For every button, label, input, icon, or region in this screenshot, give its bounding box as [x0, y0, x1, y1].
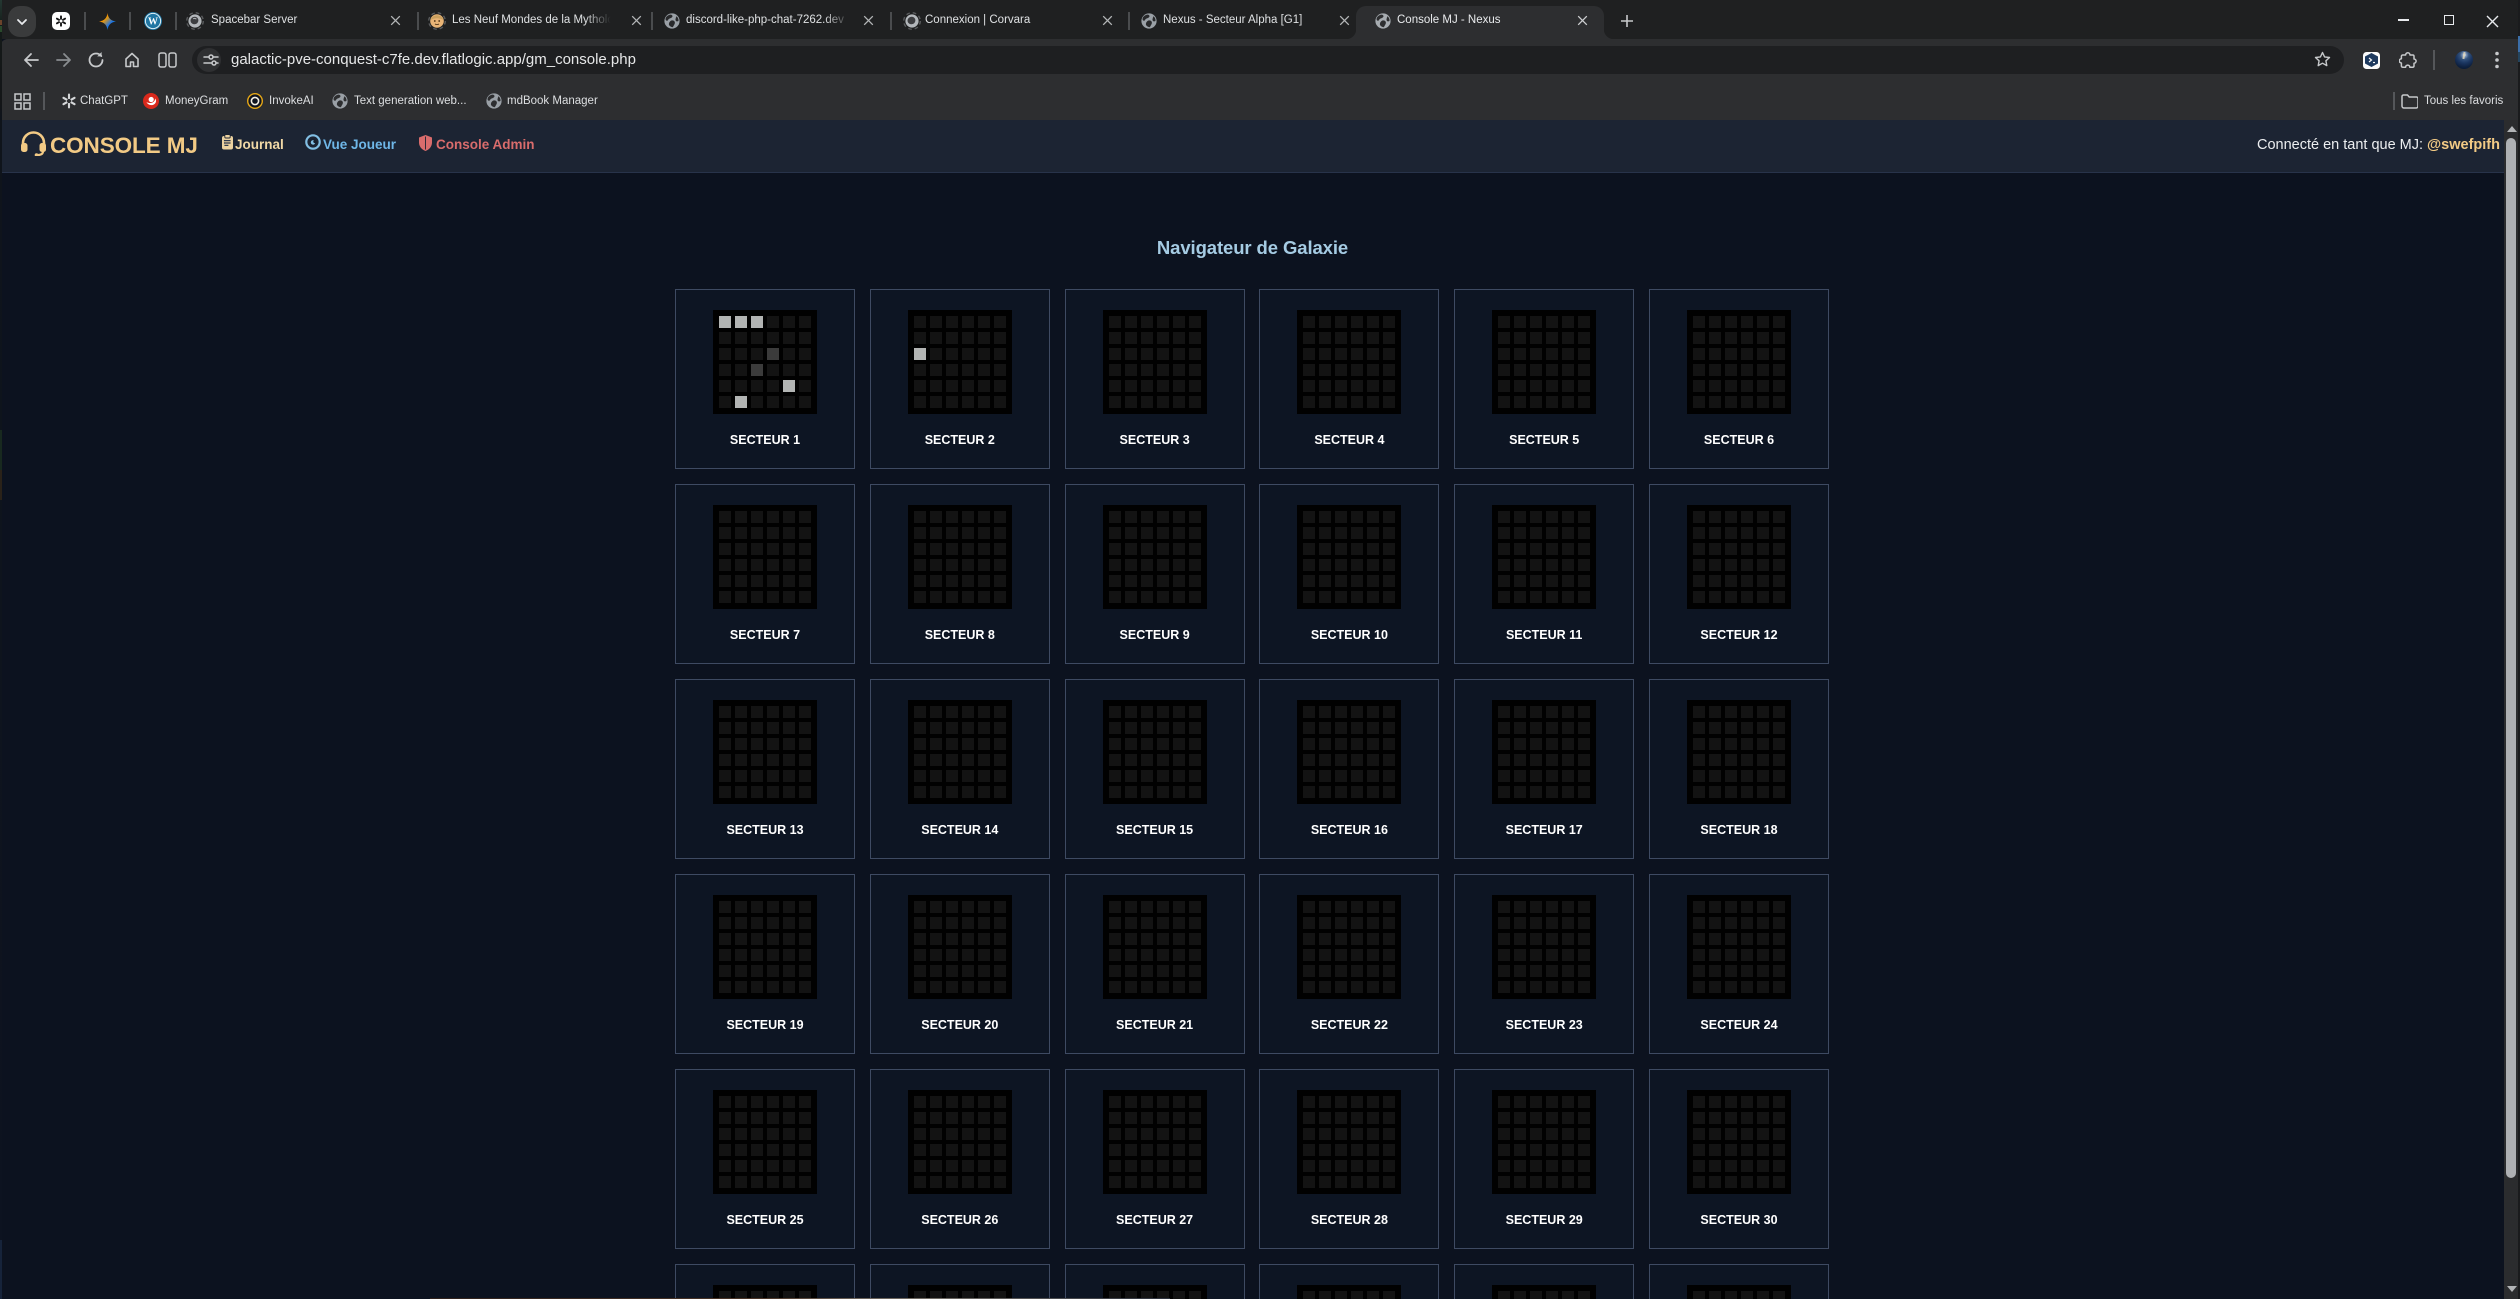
- svg-text:W: W: [148, 16, 158, 27]
